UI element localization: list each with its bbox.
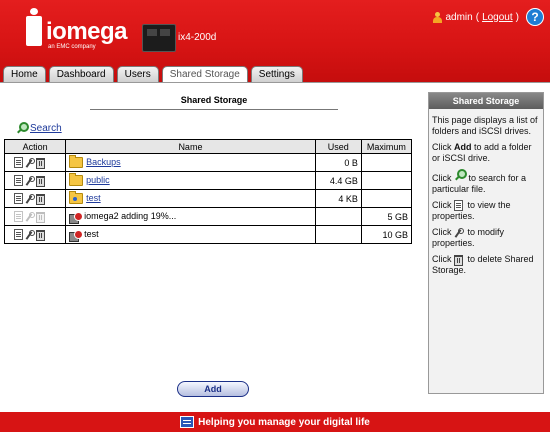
table-row: Backups 0 B <box>3 153 413 172</box>
header: iomega an EMC company ix4-200d admin (Lo… <box>0 0 550 83</box>
row-name-cell: public <box>65 171 316 190</box>
delete-icon[interactable] <box>36 158 45 170</box>
tab-users[interactable]: Users <box>116 66 159 82</box>
row-name-cell: test <box>65 225 316 244</box>
row-used: 4 KB <box>314 189 362 208</box>
modify-icon <box>454 227 464 238</box>
help-panel-body: This page displays a list of folders and… <box>429 109 543 276</box>
modify-icon[interactable] <box>25 157 35 168</box>
user-icon <box>433 11 443 23</box>
share-link[interactable]: Backups <box>86 157 121 167</box>
username: admin <box>445 11 473 23</box>
row-name-cell: iomega2 adding 19%... <box>65 207 316 226</box>
help-text: Click to delete Shared Storage. <box>432 254 534 276</box>
properties-icon <box>454 200 463 212</box>
row-used <box>314 207 362 226</box>
search-link[interactable]: Search <box>16 122 62 134</box>
properties-icon[interactable] <box>14 193 23 205</box>
column-header-used: Used <box>314 139 362 154</box>
share-link[interactable]: public <box>86 175 110 185</box>
help-text: Click Add to add a folder or iSCSI drive… <box>432 142 532 163</box>
table-row: test 10 GB <box>3 225 413 244</box>
iscsi-drive-icon <box>69 229 84 242</box>
row-maximum <box>360 153 413 172</box>
search-icon <box>16 122 29 134</box>
row-used: 0 B <box>314 153 362 172</box>
user-bar: admin (Logout) ? <box>433 8 544 26</box>
table-row: test 4 KB <box>3 189 413 208</box>
main-tabs: Home Dashboard Users Shared Storage Sett… <box>3 66 303 83</box>
row-maximum <box>360 171 413 190</box>
footer: Helping you manage your digital life <box>0 412 550 432</box>
properties-icon[interactable] <box>14 175 23 187</box>
tab-dashboard[interactable]: Dashboard <box>48 66 114 82</box>
row-name-cell: Backups <box>65 153 316 172</box>
tab-settings[interactable]: Settings <box>250 66 303 82</box>
row-actions <box>3 225 67 244</box>
properties-icon[interactable] <box>14 229 23 241</box>
search-label: Search <box>30 122 62 134</box>
delete-icon <box>36 212 45 224</box>
column-header-action: Action <box>3 139 67 154</box>
help-text: This page displays a list of folders and… <box>432 115 538 136</box>
shares-table: Action Name Used Maximum Backups 0 B pub… <box>3 139 413 244</box>
folder-icon <box>69 155 84 169</box>
iomega-logo-icon <box>26 8 42 46</box>
brand-name: iomega <box>46 18 128 45</box>
properties-icon[interactable] <box>14 157 23 169</box>
row-maximum <box>360 189 413 208</box>
modify-icon[interactable] <box>25 175 35 186</box>
delete-icon[interactable] <box>36 230 45 242</box>
main-content: Shared Storage Search Action Name Used M… <box>0 82 550 413</box>
help-text: Click to view the properties. <box>432 200 511 222</box>
add-button[interactable]: Add <box>177 381 249 397</box>
row-actions <box>3 189 67 208</box>
delete-icon[interactable] <box>36 176 45 188</box>
search-icon <box>454 169 467 181</box>
tab-home[interactable]: Home <box>3 66 46 82</box>
help-panel-title: Shared Storage <box>429 93 543 109</box>
delete-icon <box>454 255 463 267</box>
modify-icon[interactable] <box>25 229 35 240</box>
share-name: test <box>84 229 99 240</box>
tagline-icon <box>180 416 195 428</box>
row-used: 4.4 GB <box>314 171 362 190</box>
share-name: iomega2 adding 19%... <box>84 211 177 222</box>
properties-icon <box>14 211 23 223</box>
table-row: iomega2 adding 19%... 5 GB <box>3 207 413 226</box>
row-used <box>314 225 362 244</box>
page-title: Shared Storage <box>180 95 248 105</box>
logout-link[interactable]: Logout <box>482 12 513 23</box>
column-header-name: Name <box>65 139 316 154</box>
modify-icon <box>25 211 35 222</box>
device-name: ix4-200d <box>178 32 217 43</box>
delete-icon[interactable] <box>36 194 45 206</box>
iscsi-drive-icon <box>69 211 84 224</box>
table-header-row: Action Name Used Maximum <box>3 139 413 154</box>
help-icon[interactable]: ? <box>526 8 544 26</box>
nas-device-icon <box>142 24 176 52</box>
share-link[interactable]: test <box>86 193 101 203</box>
help-text: Click to modify properties. <box>432 227 505 249</box>
row-actions <box>3 207 67 226</box>
help-text: Click to search for a particular file. <box>432 169 539 195</box>
brand-subtitle: an EMC company <box>48 44 96 50</box>
user-folder-icon <box>69 191 84 205</box>
title-divider <box>90 109 338 110</box>
row-maximum: 5 GB <box>360 207 413 226</box>
table-row: public 4.4 GB <box>3 171 413 190</box>
footer-tagline: Helping you manage your digital life <box>198 416 370 428</box>
row-actions <box>3 153 67 172</box>
tab-shared-storage[interactable]: Shared Storage <box>161 66 248 83</box>
row-maximum: 10 GB <box>360 225 413 244</box>
modify-icon[interactable] <box>25 193 35 204</box>
row-name-cell: test <box>65 189 316 208</box>
column-header-maximum: Maximum <box>360 139 413 154</box>
folder-icon <box>69 173 84 187</box>
help-panel: Shared Storage This page displays a list… <box>428 92 544 394</box>
row-actions <box>3 171 67 190</box>
